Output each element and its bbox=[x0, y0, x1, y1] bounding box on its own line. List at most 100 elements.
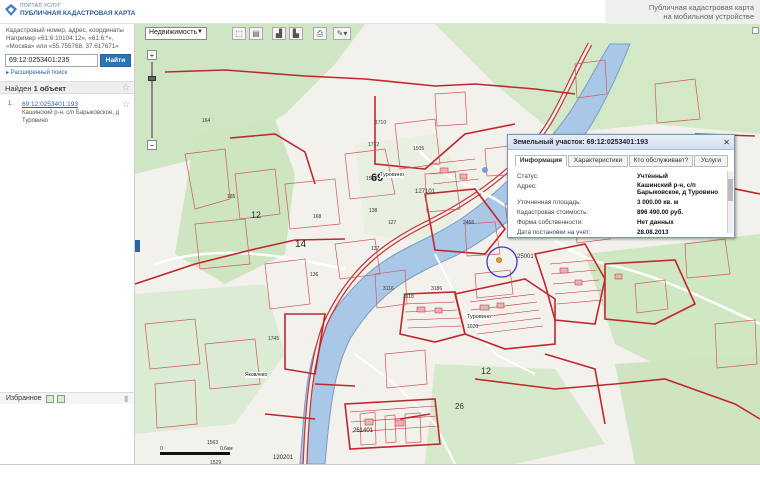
map-label: 127101 bbox=[415, 189, 436, 195]
map-label: 165 bbox=[227, 194, 236, 200]
popup-header: Земельный участок: 69:12:0253401:193 ✕ bbox=[508, 135, 734, 150]
popup-row-value: Нет данных bbox=[637, 219, 674, 226]
map-label: 164 bbox=[202, 118, 211, 124]
star-icon[interactable]: ☆ bbox=[122, 82, 130, 93]
map-label: Туровино bbox=[380, 172, 404, 178]
tab-characteristics[interactable]: Характеристики bbox=[568, 155, 628, 167]
chevron-down-icon: ▼ bbox=[197, 29, 203, 35]
fullscreen-icon[interactable] bbox=[752, 27, 759, 34]
result-star-icon[interactable]: ☆ bbox=[122, 99, 130, 110]
collapse-panel-handle[interactable] bbox=[135, 240, 140, 252]
popup-scrollbar[interactable] bbox=[727, 171, 733, 233]
popup-row-value: 896 490.00 руб. bbox=[637, 209, 684, 216]
favorite-add-icon[interactable] bbox=[46, 395, 54, 403]
layers-tool-icon[interactable]: ▤ bbox=[249, 27, 263, 40]
popup-row-label: Уточненная площадь: bbox=[517, 199, 582, 206]
draw-tool-icon[interactable]: ✎▾ bbox=[333, 27, 351, 40]
popup-row-label: Адрес: bbox=[517, 183, 537, 190]
search-hint: Кадастровый номер, адрес, координаты Нап… bbox=[6, 27, 134, 51]
mobile-line1: Публичная кадастровая карта bbox=[648, 3, 754, 12]
popup-row-value: Учтенный bbox=[637, 173, 669, 180]
hint-line3: «Москва» или «55.755768, 37.617671» bbox=[6, 43, 119, 50]
found-count: Найден 1 объект bbox=[5, 84, 66, 93]
scale-right: 0.6км bbox=[220, 446, 233, 452]
logo-title: ПУБЛИЧНАЯ КАДАСТРОВАЯ КАРТА bbox=[20, 10, 136, 17]
result-address-line1: Кашинский р-н, с/п Барыковское, д bbox=[22, 110, 120, 116]
close-icon[interactable]: ✕ bbox=[723, 138, 730, 147]
zoom-in-button[interactable]: + bbox=[147, 50, 157, 60]
hint-line1: Кадастровый номер, адрес, координаты bbox=[6, 27, 124, 34]
result-link[interactable]: 69:12:0253401:193 bbox=[22, 101, 78, 108]
map-label: 1712 bbox=[368, 142, 380, 148]
popup-title: Земельный участок: 69:12:0253401:193 bbox=[513, 139, 649, 146]
popup-row-value: 28.08.2013 bbox=[637, 229, 669, 235]
popup-row-value: 3 000.00 кв. м bbox=[637, 199, 679, 206]
map-label: 127 bbox=[388, 220, 397, 226]
header: ПОРТАЛ УСЛУГ ПУБЛИЧНАЯ КАДАСТРОВАЯ КАРТА… bbox=[0, 0, 760, 24]
popup-row-value: Кашинский р-н, с/п Барыковское, д Турови… bbox=[637, 182, 719, 196]
left-panel: Кадастровый номер, адрес, координаты Нап… bbox=[0, 24, 135, 464]
found-number: 1 объект bbox=[33, 84, 66, 93]
map-label: 3186 bbox=[431, 286, 443, 292]
map-label: 136 bbox=[310, 272, 319, 278]
map-label: 1564 bbox=[366, 176, 378, 182]
tab-info[interactable]: Информация bbox=[515, 155, 567, 167]
found-bar: Найден 1 объект ☆ bbox=[0, 81, 134, 94]
measure-tool-icon[interactable]: ▟ bbox=[272, 27, 286, 40]
map-label: 1745 bbox=[268, 336, 280, 342]
hint-line2: Например «61:6:10104:12», «61:6:*», bbox=[6, 35, 114, 42]
zoom-track[interactable] bbox=[151, 62, 153, 138]
select-tool-icon[interactable]: ⬚ bbox=[232, 27, 246, 40]
favorites-label: Избранное bbox=[6, 395, 42, 402]
print-icon[interactable]: ⎙ bbox=[313, 27, 327, 40]
map-canvas[interactable]: 69 14 12 12 26 Туровино Туровино 1710 17… bbox=[135, 24, 760, 464]
result-address: Кашинский р-н, с/п Барыковское, д Турови… bbox=[22, 109, 122, 125]
logo-portal: ПОРТАЛ УСЛУГ bbox=[20, 3, 61, 9]
map-label: 3116 bbox=[383, 286, 394, 292]
popup-row-label: Статус: bbox=[517, 173, 539, 180]
logo-icon bbox=[5, 4, 17, 16]
map-label: 26 bbox=[455, 402, 464, 411]
logo-text[interactable]: ПОРТАЛ УСЛУГ ПУБЛИЧНАЯ КАДАСТРОВАЯ КАРТА bbox=[20, 3, 135, 17]
mobile-line2: на мобильном устройстве bbox=[663, 12, 754, 21]
map-label: Туровино bbox=[467, 314, 491, 320]
mobile-version-link[interactable]: Публичная кадастровая карта на мобильном… bbox=[605, 0, 760, 24]
popup-row-label: Форма собственности: bbox=[517, 219, 584, 226]
map-label: 12 bbox=[481, 366, 492, 376]
map-label: 1710 bbox=[375, 120, 387, 126]
search-input[interactable] bbox=[5, 54, 98, 67]
map-label: 25001 bbox=[517, 254, 534, 260]
map-label: 137 bbox=[371, 246, 380, 252]
map-label: 1505 bbox=[413, 146, 425, 152]
map-label: 14 bbox=[295, 239, 307, 250]
trash-icon[interactable]: ▮ bbox=[124, 394, 128, 403]
extended-search-link[interactable]: ▸ Расширенный поиск bbox=[6, 69, 67, 76]
zoom-slider-handle[interactable] bbox=[148, 76, 156, 81]
map-label: 1020 bbox=[467, 324, 479, 330]
map-svg bbox=[135, 24, 760, 464]
result-number: 1. bbox=[8, 101, 14, 107]
popup-scroll-thumb[interactable] bbox=[728, 179, 733, 201]
zoom-out-button[interactable]: − bbox=[147, 140, 157, 150]
favorites-bar: Избранное ▮ bbox=[0, 392, 134, 404]
map-label: 120201 bbox=[273, 455, 294, 461]
map-label: 3118 bbox=[403, 294, 414, 300]
map-label: 168 bbox=[313, 214, 322, 220]
tab-services[interactable]: Услуги bbox=[694, 155, 728, 167]
layer-select[interactable]: Недвижимость ▼ bbox=[145, 27, 207, 40]
tab-service[interactable]: Кто обслуживает? bbox=[629, 155, 693, 167]
info-popup: Земельный участок: 69:12:0253401:193 ✕ И… bbox=[507, 134, 735, 238]
map-label: 12 bbox=[251, 210, 262, 220]
favorite-list-icon[interactable] bbox=[57, 395, 65, 403]
map-label: 261401 bbox=[353, 428, 374, 434]
map-label: 2466 bbox=[463, 220, 475, 226]
search-button[interactable]: Найти bbox=[100, 54, 131, 67]
popup-row-label: Кадастровая стоимость: bbox=[517, 209, 589, 216]
map-label: 1563 bbox=[207, 440, 219, 446]
result-address-line2: Туровино bbox=[22, 118, 49, 124]
scale-bar bbox=[160, 452, 230, 455]
found-prefix: Найден bbox=[5, 84, 32, 93]
area-tool-icon[interactable]: ▙ bbox=[289, 27, 303, 40]
popup-row-label: Дата постановки на учет: bbox=[517, 229, 591, 235]
layer-select-value: Недвижимость bbox=[149, 29, 198, 36]
